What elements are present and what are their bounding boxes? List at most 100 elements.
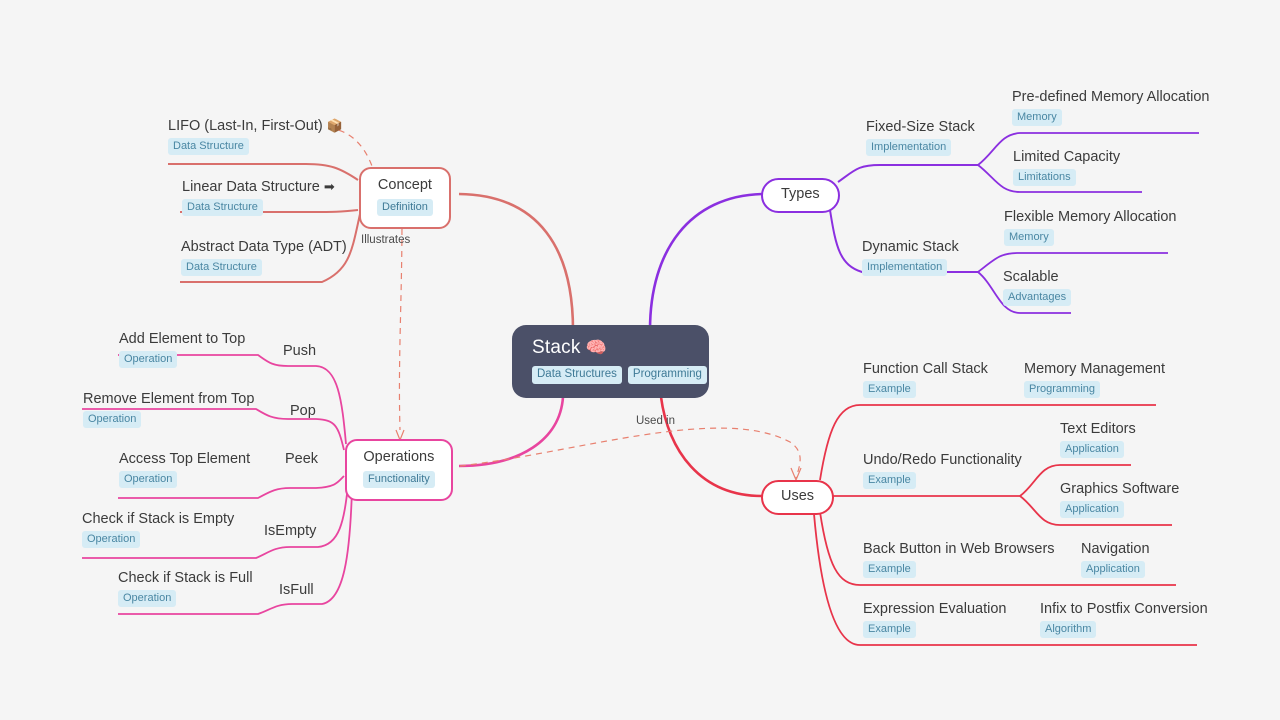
leaf-linear-data-structure[interactable]: Linear Data Structure ➡ Data Structure [182, 179, 335, 216]
leaf-linear-label: Linear Data Structure ➡ [182, 179, 335, 195]
link-root-operations [458, 396, 565, 468]
leaf-dynamic-tag: Implementation [862, 258, 948, 276]
relation-label-used-in: Used in [636, 415, 675, 427]
hub-uses[interactable]: Uses [761, 480, 835, 515]
leaf-predefined-label: Pre-defined Memory Allocation [1012, 89, 1210, 105]
leaf-abstract-data-type[interactable]: Abstract Data Type (ADT) Data Structure [181, 239, 347, 276]
hub-concept[interactable]: Concept Definition [359, 167, 451, 230]
relation-usedin-line [459, 427, 801, 479]
leaf-predefined-tag: Memory [1012, 108, 1062, 126]
leaf-graphics-tag: Application [1060, 500, 1124, 518]
op-isempty-label[interactable]: IsEmpty [264, 523, 316, 540]
leaf-expression-evaluation[interactable]: Expression Evaluation Example [863, 601, 1006, 638]
leaf-undo-redo-functionality[interactable]: Undo/Redo Functionality Example [863, 452, 1022, 489]
relation-illustrates-line [398, 217, 403, 431]
hub-types-label: Types [781, 186, 820, 202]
leaf-lifo[interactable]: LIFO (Last-In, First-Out) 📦 Data Structur… [168, 118, 343, 155]
leaf-adt-label: Abstract Data Type (ADT) [181, 239, 347, 255]
leaf-remove-element-from-top[interactable]: Remove Element from Top Operation [83, 391, 254, 428]
relation-usedin-arrow [790, 467, 802, 482]
leaf-navigation-tag: Application [1081, 560, 1145, 578]
leaf-infix-tag: Algorithm [1040, 620, 1097, 638]
leaf-check-empty-label: Check if Stack is Empty [82, 511, 235, 527]
leaf-check-empty-tag: Operation [82, 530, 141, 548]
root-title: Stack 🧠 [532, 338, 607, 357]
leaf-access-top-tag: Operation [119, 470, 178, 488]
brain-icon: 🧠 [585, 338, 607, 357]
leaf-expr-eval-label: Expression Evaluation [863, 601, 1007, 617]
leaf-memory-management[interactable]: Memory Management Programming [1024, 361, 1165, 398]
leaf-memory-mgmt-tag: Programming [1024, 380, 1101, 398]
leaf-navigation[interactable]: Navigation Application [1081, 541, 1150, 578]
op-peek-label[interactable]: Peek [285, 451, 318, 468]
link-root-uses [659, 396, 763, 498]
leaf-add-element-label: Add Element to Top [119, 331, 246, 347]
leaf-remove-element-label: Remove Element from Top [83, 391, 255, 407]
leaf-fcs-tag: Example [863, 380, 916, 398]
leaf-memory-mgmt-label: Memory Management [1024, 361, 1166, 377]
root-title-text: Stack [532, 337, 581, 358]
leaf-dynamic-label: Dynamic Stack [862, 239, 959, 255]
leaf-fixed-label: Fixed-Size Stack [866, 119, 975, 135]
leaf-lifo-tag: Data Structure [168, 137, 249, 155]
hub-operations-tag: Functionality [363, 471, 435, 489]
root-node-stack[interactable]: Stack 🧠 Data Structures Programming [512, 325, 709, 398]
leaf-add-element-to-top[interactable]: Add Element to Top Operation [119, 331, 245, 368]
hub-operations-label: Operations [363, 449, 435, 465]
right-arrow-icon: ➡ [323, 179, 335, 194]
leaf-linear-tag: Data Structure [182, 198, 263, 216]
leaf-limited-capacity[interactable]: Limited Capacity Limitations [1013, 149, 1120, 186]
hub-uses-label: Uses [781, 488, 815, 504]
link-concept-lifo [168, 163, 359, 181]
leaf-limited-label: Limited Capacity [1013, 149, 1121, 165]
op-isfull-label[interactable]: IsFull [279, 582, 314, 599]
hub-concept-label: Concept [377, 177, 432, 193]
leaf-flexible-label: Flexible Memory Allocation [1004, 209, 1177, 225]
leaf-expr-eval-tag: Example [863, 620, 916, 638]
leaf-predefined-memory-allocation[interactable]: Pre-defined Memory Allocation Memory [1012, 89, 1209, 126]
leaf-navigation-label: Navigation [1081, 541, 1150, 557]
leaf-add-element-tag: Operation [119, 350, 178, 368]
leaf-access-top-element[interactable]: Access Top Element Operation [119, 451, 250, 488]
leaf-text-editors[interactable]: Text Editors Application [1060, 421, 1136, 458]
leaf-access-top-label: Access Top Element [119, 451, 251, 467]
leaf-graphics-software[interactable]: Graphics Software Application [1060, 481, 1179, 518]
leaf-check-full-label: Check if Stack is Full [118, 570, 253, 586]
leaf-lifo-label: LIFO (Last-In, First-Out) 📦 [168, 118, 343, 134]
leaf-graphics-label: Graphics Software [1060, 481, 1180, 497]
leaf-flexible-memory-allocation[interactable]: Flexible Memory Allocation Memory [1004, 209, 1176, 246]
leaf-dynamic-stack[interactable]: Dynamic Stack Implementation [862, 239, 959, 276]
leaf-limited-tag: Limitations [1013, 168, 1076, 186]
leaf-scalable[interactable]: Scalable Advantages [1003, 269, 1072, 306]
leaf-text-editors-tag: Application [1060, 440, 1124, 458]
root-tag-programming: Programming [627, 366, 707, 384]
root-tag-list: Data Structures Programming [532, 366, 707, 384]
package-icon: 📦 [326, 118, 343, 133]
leaf-back-button-web-browsers[interactable]: Back Button in Web Browsers Example [863, 541, 1055, 578]
op-push-label[interactable]: Push [283, 343, 316, 360]
leaf-scalable-label: Scalable [1003, 269, 1059, 285]
leaf-function-call-stack[interactable]: Function Call Stack Example [863, 361, 988, 398]
leaf-fcs-label: Function Call Stack [863, 361, 988, 377]
mindmap-canvas: Stack 🧠 Data Structures Programming Conce… [0, 0, 1280, 720]
hub-types[interactable]: Types [761, 178, 840, 213]
link-types-fixed [837, 164, 978, 183]
leaf-check-full-tag: Operation [118, 589, 177, 607]
leaf-text-editors-label: Text Editors [1060, 421, 1136, 437]
hub-operations[interactable]: Operations Functionality [345, 439, 453, 502]
leaf-fixed-tag: Implementation [866, 138, 952, 156]
leaf-infix-to-postfix[interactable]: Infix to Postfix Conversion Algorithm [1040, 601, 1208, 638]
leaf-infix-label: Infix to Postfix Conversion [1040, 601, 1208, 617]
leaf-fixed-size-stack[interactable]: Fixed-Size Stack Implementation [866, 119, 975, 156]
leaf-flexible-tag: Memory [1004, 228, 1054, 246]
op-pop-label[interactable]: Pop [290, 403, 316, 420]
leaf-check-if-empty[interactable]: Check if Stack is Empty Operation [82, 511, 234, 548]
relation-label-illustrates: Illustrates [361, 234, 411, 246]
leaf-undo-tag: Example [863, 471, 916, 489]
leaf-remove-element-tag: Operation [83, 410, 142, 428]
hub-concept-tag: Definition [377, 199, 433, 217]
link-root-concept [458, 192, 575, 331]
leaf-undo-label: Undo/Redo Functionality [863, 452, 1022, 468]
leaf-adt-tag: Data Structure [181, 258, 262, 276]
leaf-check-if-full[interactable]: Check if Stack is Full Operation [118, 570, 253, 607]
